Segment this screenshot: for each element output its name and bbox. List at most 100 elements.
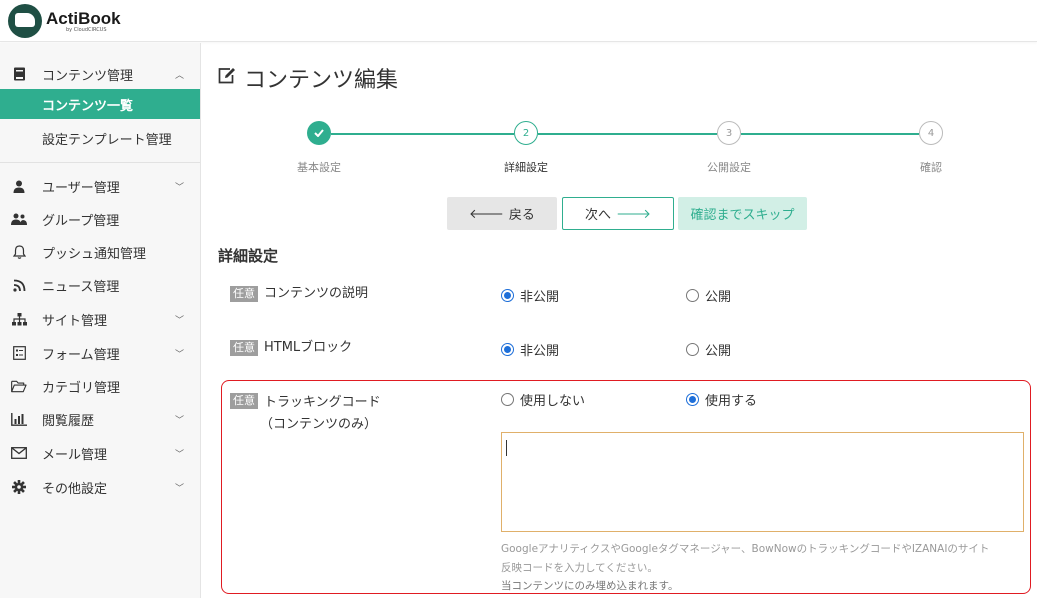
sidebar-item-news[interactable]: ニュース管理: [0, 268, 200, 302]
sidebar-item-forms[interactable]: フォーム管理 ﹀: [0, 336, 200, 370]
optional-badge: 任意: [230, 286, 258, 302]
sidebar-item-label: コンテンツ管理: [42, 68, 134, 84]
optional-badge: 任意: [230, 340, 258, 356]
sidebar-item-other-settings[interactable]: その他設定 ﹀: [0, 470, 200, 504]
radio-unchecked-icon: [686, 343, 699, 356]
field-label-tracking-code: 任意 トラッキングコード （コンテンツのみ）: [230, 391, 381, 432]
step-3-circle: 3: [717, 121, 741, 145]
chevron-down-icon: ﹀: [175, 415, 185, 426]
step-3-label: 公開設定: [707, 161, 751, 174]
help-text-line-2: 反映コードを入力してください。: [501, 562, 658, 574]
field-label-html-block: 任意 HTMLブロック: [230, 340, 352, 356]
radio-unchecked-icon: [686, 289, 699, 302]
optional-badge: 任意: [230, 392, 258, 409]
app-byline: by CloudCIRCUS: [66, 26, 107, 33]
sidebar: コンテンツ管理 ︿ コンテンツ一覧 設定テンプレート管理 ユーザー管理 ﹀ グル…: [0, 43, 201, 598]
sitemap-icon: [11, 311, 27, 327]
chevron-up-icon: ︿: [175, 70, 185, 81]
tracking-code-textarea[interactable]: [501, 432, 1024, 532]
app-name: ActiBook: [46, 8, 121, 28]
folder-icon: [11, 378, 27, 394]
radio-description-private[interactable]: 非公開: [501, 286, 559, 305]
step-1-circle: [307, 121, 331, 145]
radio-label: 使用する: [705, 394, 758, 409]
radio-label: 非公開: [520, 344, 560, 359]
sidebar-item-label: サイト管理: [42, 313, 108, 329]
book-icon: [11, 66, 27, 82]
gear-icon: [11, 479, 27, 495]
edit-icon: [218, 67, 236, 89]
sidebar-item-site[interactable]: サイト管理 ﹀: [0, 302, 200, 336]
radio-unchecked-icon: [501, 393, 514, 406]
sidebar-item-label: グループ管理: [42, 213, 120, 229]
next-button[interactable]: 次へ 🡒: [562, 197, 674, 230]
back-button-label: 戻る: [508, 208, 535, 223]
section-title: 詳細設定: [218, 247, 279, 265]
bar-chart-icon: [11, 411, 27, 427]
field-label-text: コンテンツの説明: [264, 286, 369, 301]
radio-tracking-on[interactable]: 使用する: [686, 390, 757, 409]
sidebar-item-label: ユーザー管理: [42, 180, 120, 196]
radio-label: 公開: [705, 290, 732, 305]
sidebar-item-label: フォーム管理: [42, 347, 120, 363]
step-1-label: 基本設定: [297, 161, 341, 174]
step-2-circle: 2: [514, 121, 538, 145]
sidebar-item-history[interactable]: 閲覧履歴 ﹀: [0, 402, 200, 436]
rss-icon: [11, 277, 27, 293]
sidebar-item-label: メール管理: [42, 447, 108, 463]
step-4-label: 確認: [920, 161, 942, 174]
group-icon: [11, 211, 27, 227]
check-icon: [314, 129, 324, 137]
stepper-line-done: [331, 133, 514, 135]
sidebar-item-groups[interactable]: グループ管理: [0, 202, 200, 236]
radio-checked-icon: [686, 393, 699, 406]
field-label-description: 任意 コンテンツの説明: [230, 286, 368, 302]
sidebar-divider: [0, 162, 200, 163]
page-title-text: コンテンツ編集: [244, 68, 399, 93]
sidebar-item-content-management[interactable]: コンテンツ管理 ︿: [0, 57, 200, 91]
field-label-subtext: （コンテンツのみ）: [260, 417, 378, 432]
sidebar-item-push[interactable]: プッシュ通知管理: [0, 235, 200, 269]
radio-checked-icon: [501, 289, 514, 302]
radio-label: 公開: [705, 344, 732, 359]
field-label-text: HTMLブロック: [264, 340, 353, 355]
chevron-down-icon: ﹀: [175, 182, 185, 193]
back-button[interactable]: 🡐 戻る: [447, 197, 557, 230]
sidebar-item-template-management[interactable]: 設定テンプレート管理: [0, 121, 200, 155]
radio-label: 非公開: [520, 290, 560, 305]
field-label-text: トラッキングコード: [264, 395, 381, 410]
sidebar-item-label: 設定テンプレート管理: [42, 132, 172, 148]
stepper-line: [741, 133, 919, 135]
radio-label: 使用しない: [520, 394, 586, 409]
step-2-label: 詳細設定: [504, 161, 548, 174]
chevron-down-icon: ﹀: [175, 315, 185, 326]
radio-tracking-off[interactable]: 使用しない: [501, 390, 585, 409]
next-button-label: 次へ: [585, 208, 612, 223]
chevron-down-icon: ﹀: [175, 449, 185, 460]
radio-description-public[interactable]: 公開: [686, 286, 731, 305]
sidebar-item-label: プッシュ通知管理: [42, 246, 147, 262]
radio-html-private[interactable]: 非公開: [501, 340, 559, 359]
sidebar-item-label: コンテンツ一覧: [42, 98, 134, 114]
sidebar-item-categories[interactable]: カテゴリ管理: [0, 369, 200, 403]
form-icon: [11, 345, 27, 361]
sidebar-item-label: その他設定: [42, 481, 108, 497]
help-text-line-3: 当コンテンツにのみ埋め込まれます。: [501, 580, 679, 592]
help-text-line-1: GoogleアナリティクスやGoogleタグマネージャー、BowNowのトラッキ…: [501, 543, 990, 555]
bell-icon: [11, 244, 27, 260]
sidebar-item-label: カテゴリ管理: [42, 380, 121, 396]
sidebar-item-users[interactable]: ユーザー管理 ﹀: [0, 169, 200, 203]
stepper-line: [538, 133, 717, 135]
page-title: コンテンツ編集: [218, 62, 398, 94]
app-header: ActiBook by CloudCIRCUS: [0, 0, 1037, 42]
user-icon: [11, 178, 27, 194]
step-4-circle: 4: [919, 121, 943, 145]
sidebar-item-mail[interactable]: メール管理 ﹀: [0, 436, 200, 470]
skip-to-confirm-button[interactable]: 確認までスキップ: [678, 197, 807, 230]
mail-icon: [11, 445, 27, 461]
app-logo[interactable]: ActiBook by CloudCIRCUS: [8, 4, 121, 38]
radio-checked-icon: [501, 343, 514, 356]
radio-html-public[interactable]: 公開: [686, 340, 731, 359]
sidebar-item-content-list[interactable]: コンテンツ一覧: [0, 89, 200, 119]
text-caret: [506, 440, 507, 456]
